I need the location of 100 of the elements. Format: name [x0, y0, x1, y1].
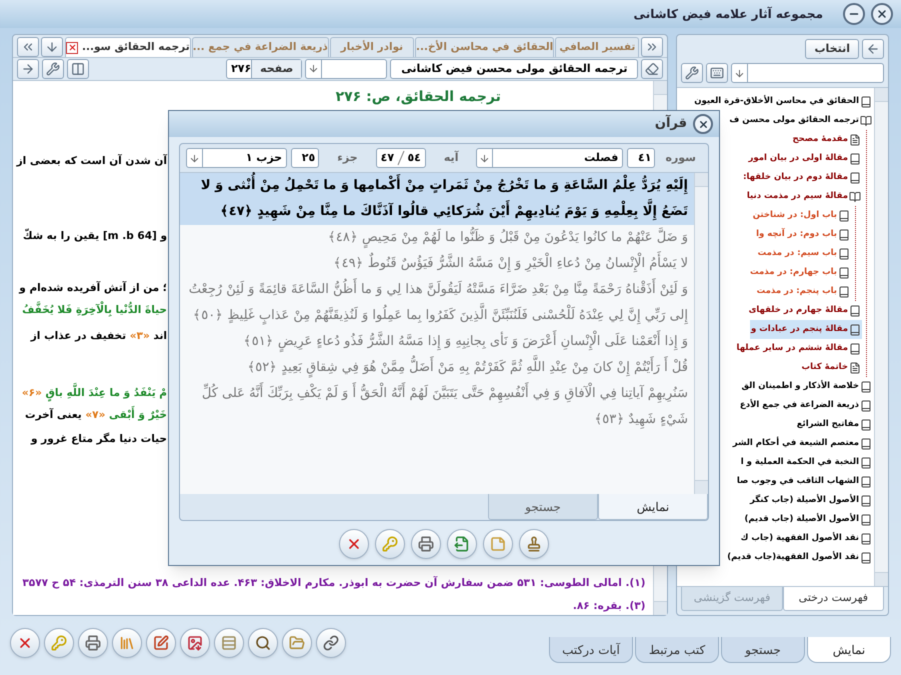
tree-item[interactable]: مقدمهٔ مصحح [791, 130, 862, 149]
book-dropdown[interactable]: ترجمه الحقائق مولى محسن فيض كاشانى [390, 58, 638, 79]
arrow-down-icon [188, 152, 200, 164]
print-icon [418, 536, 434, 552]
eraser-button[interactable] [641, 58, 664, 79]
tree-item[interactable]: نقد الأصول الفقهية (جاب ك [740, 529, 873, 548]
dialog-tab[interactable]: نمايش [598, 494, 708, 520]
rows-icon [221, 634, 237, 650]
arrow-right-button[interactable] [17, 58, 39, 79]
wrench-button[interactable] [681, 63, 704, 83]
arrow-down-icon [45, 40, 59, 54]
chevrons-right-button[interactable] [641, 37, 664, 57]
page-field[interactable]: ۲۷۶ صفحه [226, 58, 302, 79]
link-button[interactable] [316, 628, 346, 658]
dialog-tab[interactable]: جستجو [488, 494, 598, 520]
juz-label: جزء [336, 150, 359, 166]
close-button[interactable] [871, 3, 893, 25]
bookshelf-button[interactable] [112, 628, 142, 658]
verse[interactable]: لا يَسْأَمُ الْإِنْسانُ مِنْ دُعاءِ الْخَيْرِ وَ إِنْ مَسَّهُ الشَّرُّ فَيَؤُسٌ قَنُوطٌ ﴿٤٩﴾ [180, 251, 694, 277]
book-tab[interactable]: ترجمه الحقائق سو... [65, 37, 191, 57]
juz-field[interactable]: ٢٥ [291, 148, 320, 168]
keyboard-button[interactable] [706, 63, 728, 83]
book-icon [838, 286, 850, 298]
close-button[interactable] [339, 529, 369, 559]
wrench-button[interactable] [42, 58, 64, 79]
tree-item[interactable]: خلاصة الأذكار و اطمينان الق [740, 377, 873, 396]
note-icon [490, 536, 506, 552]
tree-item[interactable]: مقالهٔ سيم در مذمت دنيا [746, 187, 862, 206]
stamp-button[interactable] [519, 529, 549, 559]
image-dropdown-button[interactable] [180, 628, 210, 658]
tree-item[interactable]: باب اول: در شناختن [752, 206, 851, 225]
print-button[interactable] [78, 628, 108, 658]
scrollbar[interactable] [874, 88, 888, 586]
help-key-icon [382, 536, 398, 552]
eraser-icon [645, 62, 660, 76]
verse[interactable]: إِلَيْهِ يُرَدُّ عِلْمُ السَّاعَةِ وَ ما تَخْرُجُ مِنْ ثَمَراتٍ مِنْ أَكْمامِها وَ ما تَحْمِلُ مِنْ أُنْثى وَ لا تَضَعُ إِلَّا بِعِلْمِهِ وَ يَوْمَ يُنادِيهِمْ أَيْنَ شُرَكائِي قالُوا آذَنَّاكَ ما مِنَّا مِنْ شَهِيدٍ ﴿٤٧﴾ [180, 173, 694, 225]
arrow-down-button[interactable] [41, 37, 63, 57]
search-field[interactable] [731, 63, 884, 83]
tree-item[interactable]: مفاتيح الشرائع [796, 415, 873, 434]
ayah-field[interactable]: ٥٤ ٤٧ [376, 148, 426, 168]
select-button[interactable]: انتخاب [805, 39, 859, 59]
surah-number-field[interactable]: ٤١ [627, 148, 656, 168]
book-icon [849, 324, 861, 336]
bottom-tab[interactable]: آيات دركتب [549, 637, 633, 663]
link-icon [323, 634, 339, 650]
text-line: خَيْرٌ وَ أَبْقى «۷» يعنى آخرت [25, 408, 167, 424]
tree-item[interactable]: الأصول الأصيلة (جاب كنگر [749, 491, 873, 510]
minimize-button[interactable] [843, 3, 865, 25]
surah-dropdown[interactable]: فصلت [476, 148, 624, 168]
book-icon [860, 456, 872, 468]
print-button[interactable] [411, 529, 441, 559]
tree-item[interactable]: مقالهٔ پنجم در عبادات و [750, 320, 862, 339]
tree-item[interactable]: ترجمه الحقائق مولى محسن ف [728, 111, 873, 130]
verse[interactable]: وَ لَئِنْ أَذَقْناهُ رَحْمَةً مِنَّا مِنْ بَعْدِ ضَرَّاءَ مَسَّتْهُ لَيَقُولَنَّ هذا لِي وَ ما أَظُنُّ السَّاعَةَ قائِمَةً وَ لَئِنْ رُجِعْتُ إِلى رَبِّي إِنَّ لِي عِنْدَهُ لَلْحُسْنى فَلَنُنَبِّئَنَّ الَّذِينَ كَفَرُوا بِما عَمِلُوا وَ لَنُذِيقَنَّهُمْ مِنْ عَذابٍ غَلِيظٍ ﴿٥٠﴾ [180, 277, 694, 329]
tree-item[interactable]: باب دوم: در آنچه وا [755, 225, 851, 244]
document-icon [849, 362, 861, 374]
hizb-dropdown[interactable]: حزب ١ [186, 148, 288, 168]
close-button[interactable] [10, 628, 40, 658]
tree-item[interactable]: معتصم الشيعة في أحكام الشر [732, 434, 873, 453]
arrow-down-icon [479, 152, 490, 164]
tree-item[interactable]: مقالهٔ جهارم در خلقهاى [748, 301, 862, 320]
edit-button[interactable] [146, 628, 176, 658]
image-dropdown-icon [187, 634, 203, 650]
help-key-icon [51, 634, 67, 650]
scrollbar[interactable] [694, 173, 708, 494]
tree-item[interactable]: باب جهارم: در مذمت [749, 263, 851, 282]
tree-item[interactable]: الشهاب الثاقب في وجوب صا [736, 472, 873, 491]
arrow-left-button[interactable] [862, 39, 884, 59]
bottom-tab[interactable]: كتب مرتبط [635, 637, 719, 663]
chevrons-left-button[interactable] [17, 37, 39, 57]
footnote: (۳). بقره: ۸۶. [572, 599, 646, 614]
tree-item[interactable]: خاتمهٔ كتاب [800, 358, 862, 377]
tree-item[interactable]: باب پنجم: در مذمت [756, 282, 851, 301]
keyboard-icon [710, 66, 724, 80]
verse[interactable]: قُلْ أَ رَأَيْتُمْ إِنْ كانَ مِنْ عِنْدِ اللَّهِ ثُمَّ كَفَرْتُمْ بِهِ مَنْ أَضَلُّ مِمَّنْ هُوَ فِي شِقاقٍ بَعِيدٍ ﴿٥٢﴾ [180, 355, 694, 381]
verse[interactable]: سَنُرِيهِمْ آياتِنا فِي الْآفاقِ وَ فِي أَنْفُسِهِمْ حَتَّى يَتَبَيَّنَ لَهُمْ أَنَّهُ الْحَقُّ أَ وَ لَمْ يَكْفِ بِرَبِّكَ أَنَّهُ عَلى كُلِّ شَيْءٍ شَهِيدٌ ﴿٥٣﴾ [180, 381, 694, 433]
tree-item[interactable]: مقالهٔ دوم در بيان خلقها: [742, 168, 862, 187]
tree-item[interactable]: النخبة في الحكمة العملية و ا [740, 453, 873, 472]
dialog-title: قرآن [654, 114, 687, 134]
tree-item[interactable]: الأصول الأصيلة (جاب قديم) [743, 510, 873, 529]
arrow-down-icon [308, 63, 320, 74]
tree-item[interactable]: الحقائق في محاسن الأخلاق-قرة العيون [693, 92, 873, 111]
close-tab-icon[interactable] [66, 42, 78, 54]
tree-item[interactable]: باب سيم: در مذمت [756, 244, 851, 263]
bottom-tab[interactable]: نمايش [807, 637, 891, 663]
rows-button[interactable] [214, 628, 244, 658]
columns-button[interactable] [67, 58, 89, 79]
arrow-right-icon [21, 62, 35, 76]
sidebar-tab[interactable]: فهرست درختى [782, 587, 884, 611]
close-icon [876, 8, 888, 20]
tree-item[interactable]: نقد الأصول الفقهية(جاب قديم) [726, 548, 873, 567]
bottom-tab[interactable]: جستجو [721, 637, 805, 663]
tree-item[interactable]: مقالهٔ اولى در بيان امور [747, 149, 862, 168]
verse[interactable]: وَ ضَلَّ عَنْهُمْ ما كانُوا يَدْعُونَ مِنْ قَبْلُ وَ ظَنُّوا ما لَهُمْ مِنْ مَحِيصٍ ﴿٤٨﴾ [180, 225, 694, 251]
close-button[interactable] [693, 114, 713, 134]
search-button[interactable] [248, 628, 278, 658]
tree-item[interactable]: مقالهٔ ششم در ساير عملها [736, 339, 862, 358]
export-button[interactable] [447, 529, 477, 559]
verse[interactable]: وَ إِذا أَنْعَمْنا عَلَى الْإِنْسانِ أَعْرَضَ وَ نَأى بِجانِبِهِ وَ إِذا مَسَّهُ الشَّرُّ فَذُو دُعاءٍ عَرِيضٍ ﴿٥١﴾ [180, 329, 694, 355]
tree-item[interactable]: ذريعة الضراعة في جمع الأدع [738, 396, 873, 415]
